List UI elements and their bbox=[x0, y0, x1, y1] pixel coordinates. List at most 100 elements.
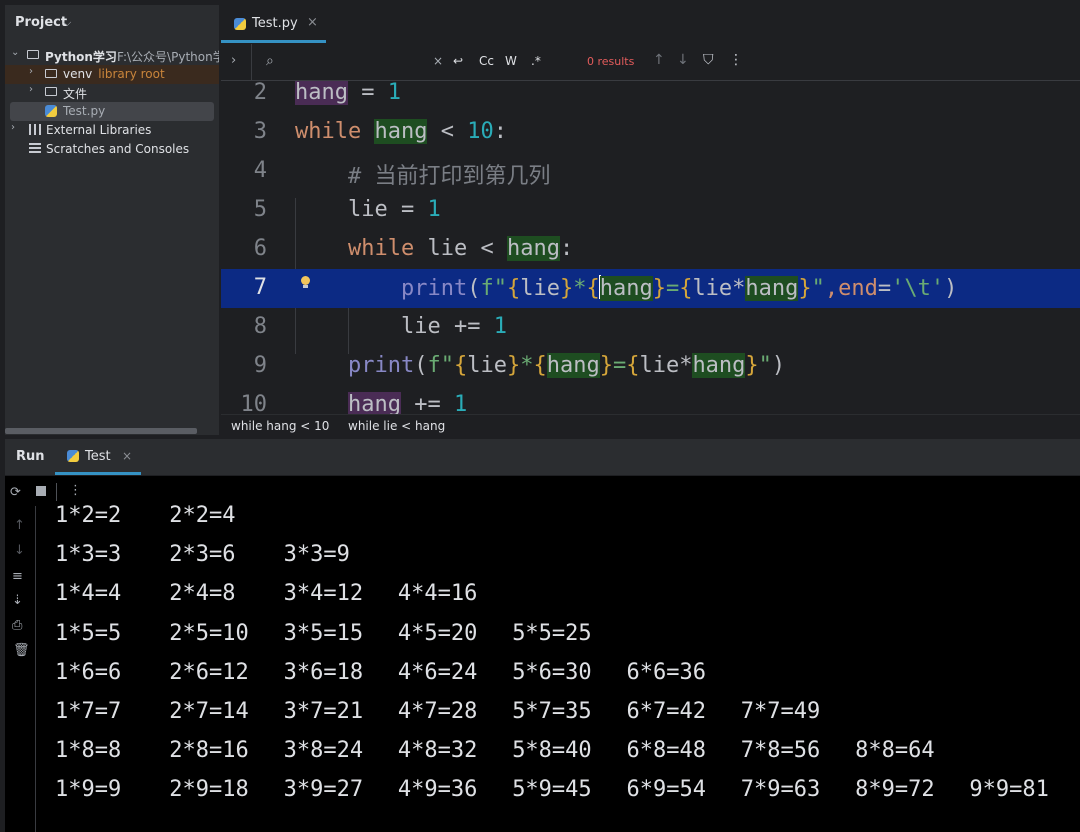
output-cell: 5*7=35 bbox=[512, 699, 592, 724]
tab-label: Test bbox=[85, 449, 111, 464]
run-console[interactable]: ⟳ ⋮ ↑ ↓ ≡ ⇣ ⎙ 🗑 1*2=2 2*2=4 1*3=3 2*3=6 3*3=… bbox=[5, 476, 1080, 832]
output-cell: 3*5=15 bbox=[283, 620, 364, 646]
chevron-down-icon[interactable]: ⌵ bbox=[63, 16, 71, 30]
output-cell: 2*7=14 bbox=[169, 699, 249, 724]
output-cell: 1*3=3 bbox=[55, 542, 122, 568]
code-token: = bbox=[877, 276, 892, 301]
code-token: : bbox=[559, 236, 574, 261]
project-pane: Project ⌵ ⌄ Python学习 F:\公众号\Python学 › ve… bbox=[5, 5, 219, 435]
chevron-right-icon[interactable]: › bbox=[29, 84, 33, 95]
line-number: 3 bbox=[253, 119, 267, 144]
console-output: 1*2=2 2*2=4 1*3=3 2*3=6 3*3=9 1*4=4 2*4=8 3*4=1… bbox=[5, 476, 1080, 832]
previous-occurrence-icon[interactable]: ↑ bbox=[653, 52, 665, 68]
output-cell: 6*7=42 bbox=[626, 699, 706, 724]
breadcrumb: while hang < 10 while lie < hang bbox=[221, 414, 1080, 437]
output-cell: 3*6=18 bbox=[283, 659, 364, 685]
code-token: += bbox=[400, 392, 454, 414]
line-number: 9 bbox=[253, 353, 267, 378]
project-header[interactable]: Project ⌵ bbox=[5, 5, 219, 43]
tree-item-venv[interactable]: › venv library root bbox=[5, 65, 219, 84]
code-line-current[interactable]: 7 print(f"{lie}*{hang}={lie*hang}",end='… bbox=[221, 269, 1080, 308]
find-results-count: 0 results bbox=[587, 55, 635, 68]
output-cell: 2*5=10 bbox=[169, 620, 249, 646]
output-cell: 7*8=56 bbox=[740, 738, 821, 764]
tree-item-external-libraries[interactable]: › External Libraries bbox=[5, 121, 219, 140]
code-token: * bbox=[520, 353, 534, 378]
line-number: 4 bbox=[253, 158, 267, 183]
output-cell: 2*8=16 bbox=[169, 738, 249, 764]
code-token: hang bbox=[745, 276, 799, 301]
code-line[interactable]: 8 lie += 1 bbox=[221, 308, 1080, 347]
line-number: 8 bbox=[253, 314, 267, 339]
output-cell: 4*8=32 bbox=[397, 738, 478, 764]
tree-item-label: 文件 bbox=[63, 87, 88, 101]
line-number: 2 bbox=[253, 81, 267, 105]
tab-test-py[interactable]: Test.py × bbox=[221, 5, 326, 43]
search-icon[interactable]: ⌕ bbox=[266, 53, 274, 69]
match-case-toggle[interactable]: Cc bbox=[479, 54, 494, 68]
tree-item-sublabel: library root bbox=[98, 67, 165, 81]
expand-replace-icon[interactable]: › bbox=[231, 53, 236, 68]
run-panel-header: Run Test × bbox=[5, 439, 1080, 475]
code-line[interactable]: 10 hang += 1 bbox=[221, 386, 1080, 414]
horizontal-scrollbar[interactable] bbox=[5, 428, 197, 434]
python-file-icon bbox=[234, 18, 246, 30]
code-token: ) bbox=[771, 353, 786, 378]
output-cell: 4*9=36 bbox=[397, 777, 478, 803]
lightbulb-icon[interactable] bbox=[300, 276, 310, 288]
code-editor[interactable]: 2 hang = 1 3 while hang < 10: 4 # 当前打印到第… bbox=[221, 81, 1080, 414]
code-line[interactable]: 2 hang = 1 bbox=[221, 81, 1080, 113]
code-token: lie bbox=[467, 353, 507, 378]
tree-item-test-py[interactable]: Test.py bbox=[10, 102, 214, 121]
code-token: * bbox=[573, 276, 587, 301]
code-line[interactable]: 4 # 当前打印到第几列 bbox=[221, 152, 1080, 191]
tree-item-folder[interactable]: › 文件 bbox=[5, 83, 219, 102]
project-title[interactable]: Project bbox=[15, 15, 67, 30]
close-icon[interactable]: × bbox=[307, 15, 318, 30]
output-cell: 8*8=64 bbox=[855, 738, 935, 764]
more-options-icon[interactable]: ⋮ bbox=[729, 52, 743, 68]
scratches-icon bbox=[29, 143, 41, 154]
breadcrumb-item[interactable]: while lie < hang bbox=[348, 419, 445, 433]
code-token: = bbox=[612, 353, 627, 378]
code-token: ) bbox=[944, 276, 958, 301]
output-cell: 2*9=18 bbox=[169, 777, 249, 803]
output-cell: 4*6=24 bbox=[397, 659, 478, 685]
next-occurrence-icon[interactable]: ↓ bbox=[677, 52, 689, 68]
clear-search-icon[interactable]: × bbox=[433, 54, 443, 68]
code-line[interactable]: 6 while lie < hang: bbox=[221, 230, 1080, 269]
folder-icon bbox=[45, 87, 57, 96]
output-cell: 2*4=8 bbox=[169, 581, 236, 607]
output-cell: 6*9=54 bbox=[626, 777, 706, 803]
code-line[interactable]: 3 while hang < 10: bbox=[221, 113, 1080, 152]
run-panel-title: Run bbox=[16, 449, 45, 464]
regex-toggle[interactable]: .* bbox=[531, 54, 541, 68]
code-token: f" bbox=[480, 276, 507, 301]
tree-item-scratches[interactable]: Scratches and Consoles bbox=[5, 140, 219, 159]
code-token: 10 bbox=[467, 119, 494, 144]
close-icon[interactable]: × bbox=[122, 449, 132, 463]
code-token: while bbox=[295, 119, 362, 144]
code-line[interactable]: 5 lie = 1 bbox=[221, 191, 1080, 230]
tree-item-project-root[interactable]: ⌄ Python学习 F:\公众号\Python学 bbox=[5, 46, 219, 65]
chevron-right-icon[interactable]: › bbox=[29, 66, 33, 77]
history-icon[interactable]: ↩ bbox=[453, 54, 463, 68]
output-cell: 4*5=20 bbox=[397, 620, 478, 646]
code-token: lie bbox=[520, 276, 560, 301]
output-cell: 1*9=9 bbox=[55, 777, 122, 803]
tab-run-test[interactable]: Test × bbox=[55, 439, 141, 475]
code-token: < bbox=[467, 236, 507, 261]
search-input[interactable] bbox=[283, 51, 427, 73]
chevron-down-icon[interactable]: ⌄ bbox=[11, 47, 19, 58]
chevron-right-icon[interactable]: › bbox=[11, 122, 15, 133]
filter-icon[interactable]: ⛉ bbox=[703, 52, 714, 68]
code-token: = bbox=[665, 276, 680, 301]
code-token: lie* bbox=[692, 276, 746, 301]
output-cell: 6*8=48 bbox=[626, 738, 706, 764]
code-token: while bbox=[347, 236, 415, 261]
code-line[interactable]: 9 print(f"{lie}*{hang}={lie*hang}") bbox=[221, 347, 1080, 386]
words-toggle[interactable]: W bbox=[505, 54, 517, 68]
code-token: , bbox=[824, 276, 839, 301]
breadcrumb-item[interactable]: while hang < 10 bbox=[231, 419, 329, 433]
output-cell: 2*6=12 bbox=[169, 659, 249, 685]
